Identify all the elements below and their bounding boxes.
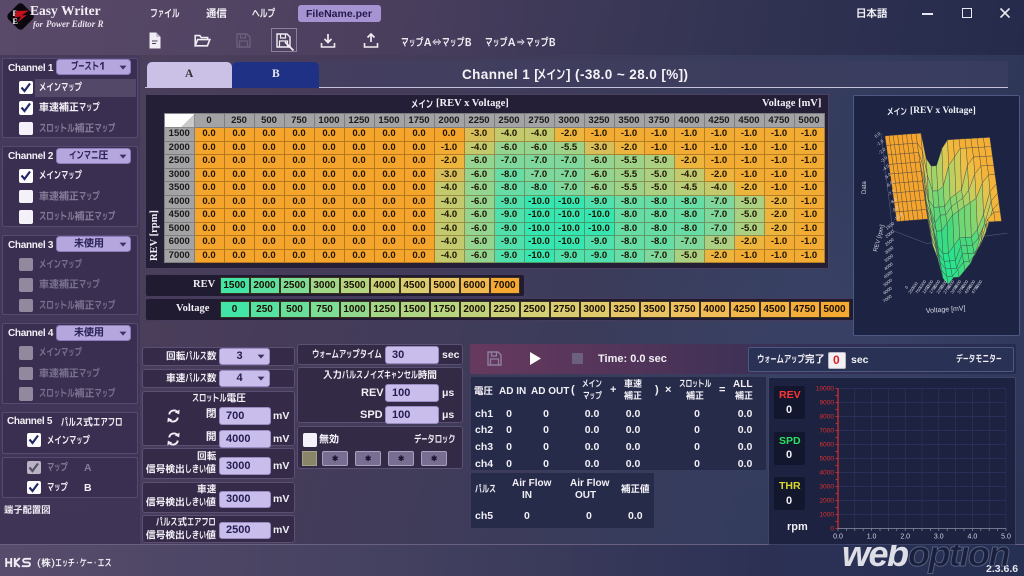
svg-text:Data: Data bbox=[862, 181, 868, 194]
svg-text:-3.0: -3.0 bbox=[879, 155, 888, 164]
svg-text:E: E bbox=[13, 17, 18, 26]
svg-text:-2.0: -2.0 bbox=[877, 146, 886, 155]
svg-text:Voltage [mV]: Voltage [mV] bbox=[926, 305, 966, 315]
svg-text:0.0: 0.0 bbox=[874, 131, 882, 139]
svg-text:5000: 5000 bbox=[974, 279, 984, 290]
svg-text:-1.0: -1.0 bbox=[875, 138, 884, 147]
svg-text:REV [rpm]: REV [rpm] bbox=[873, 224, 886, 253]
